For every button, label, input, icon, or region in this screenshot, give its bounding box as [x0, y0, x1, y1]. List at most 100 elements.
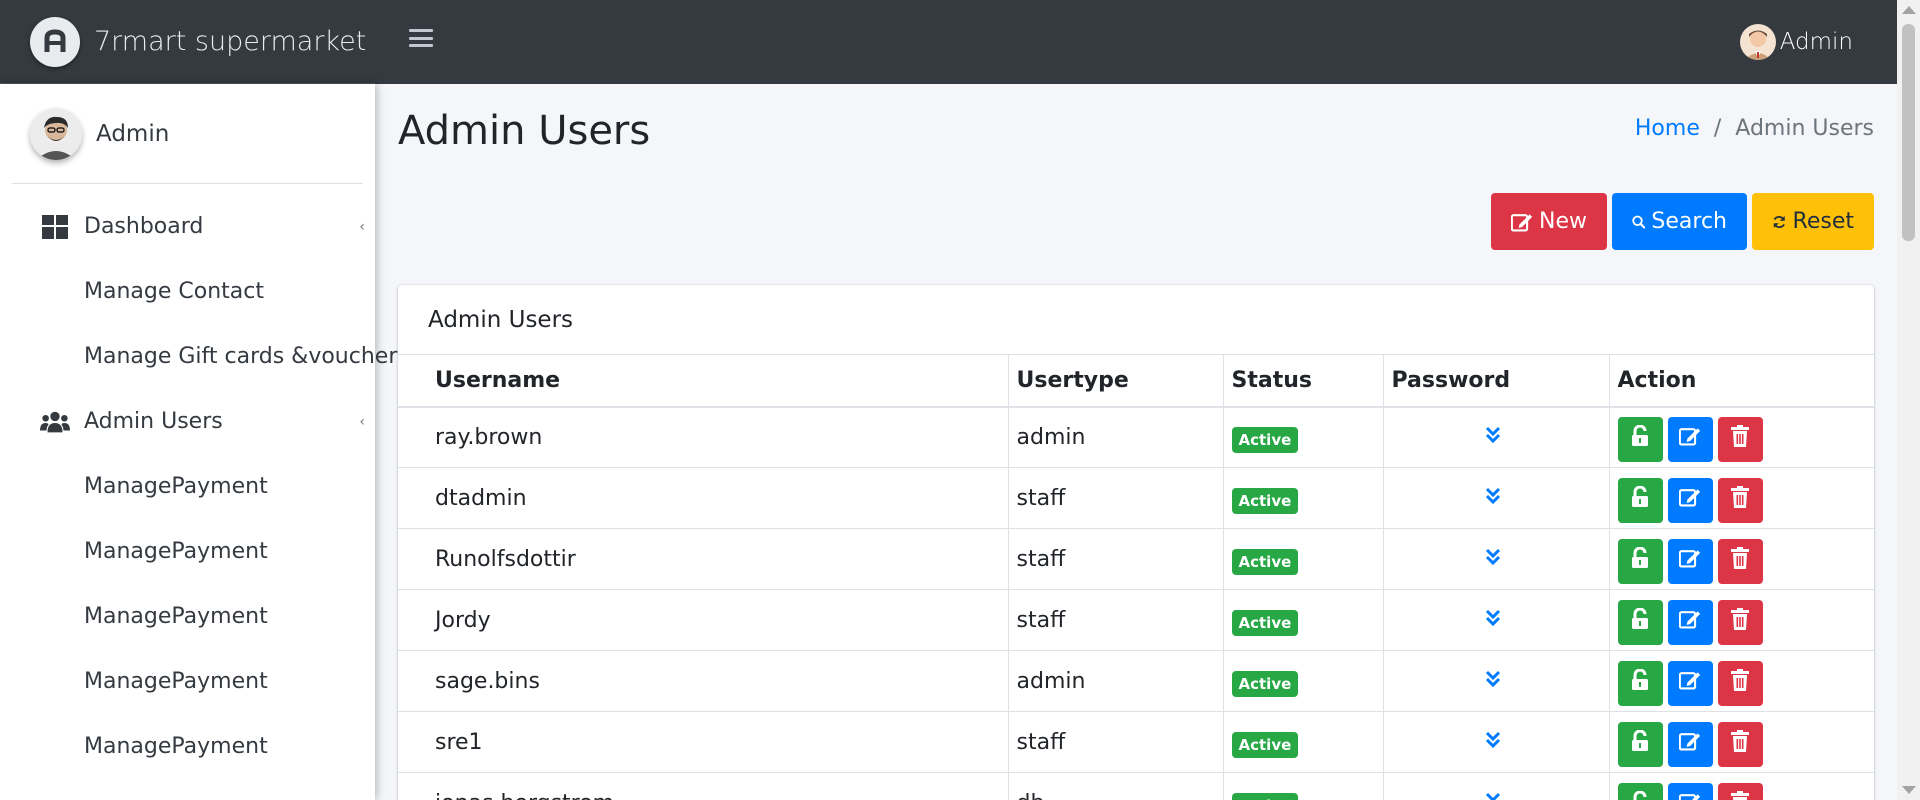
cell-username: sre1: [398, 711, 1008, 773]
cell-usertype: admin: [1007, 406, 1223, 468]
search-button[interactable]: Search: [1612, 193, 1747, 250]
admin-users-table: Username Usertype Status Password Action…: [398, 354, 1874, 800]
double-chevron-down-icon[interactable]: [1485, 547, 1501, 572]
sidebar-user-name: Admin: [96, 120, 170, 147]
edit-icon: [1511, 213, 1533, 232]
double-chevron-down-icon[interactable]: [1485, 730, 1501, 755]
breadcrumb: Home / Admin Users: [1635, 116, 1874, 141]
sidebar-item-manage-payment[interactable]: ManagePayment: [0, 584, 375, 649]
breadcrumb-home-link[interactable]: Home: [1635, 116, 1700, 141]
table-row: ray.brown admin Active: [398, 406, 1874, 468]
top-user-menu[interactable]: Admin: [1739, 24, 1853, 60]
edit-button[interactable]: [1667, 416, 1713, 462]
edit-icon: [1678, 609, 1701, 635]
scroll-down-arrow-icon[interactable]: [1902, 786, 1916, 794]
edit-icon: [1678, 426, 1701, 452]
unlock-icon: [1630, 668, 1650, 697]
cell-status: Active: [1222, 711, 1383, 773]
delete-button[interactable]: [1717, 782, 1763, 800]
sidebar-item-manage-payment[interactable]: ManagePayment: [0, 649, 375, 714]
unlock-button[interactable]: [1617, 782, 1663, 800]
trash-icon: [1731, 730, 1749, 758]
delete-button[interactable]: [1717, 538, 1763, 584]
delete-button[interactable]: [1717, 660, 1763, 706]
cell-action: [1608, 711, 1874, 773]
cell-status: Active: [1222, 406, 1383, 468]
new-button-label: New: [1539, 209, 1587, 234]
menu-toggle-icon[interactable]: [409, 27, 433, 49]
edit-button[interactable]: [1667, 721, 1713, 767]
edit-icon: [1678, 487, 1701, 513]
unlock-button[interactable]: [1617, 538, 1663, 584]
unlock-button[interactable]: [1617, 721, 1663, 767]
cell-password: [1382, 528, 1609, 590]
double-chevron-down-icon[interactable]: [1485, 486, 1501, 511]
delete-button[interactable]: [1717, 721, 1763, 767]
cell-password: [1382, 406, 1609, 468]
double-chevron-down-icon[interactable]: [1485, 791, 1501, 800]
cell-usertype: staff: [1007, 711, 1223, 773]
status-badge: Active: [1231, 609, 1299, 636]
angle-left-icon: ‹: [359, 218, 365, 235]
cell-username: Jordy: [398, 589, 1008, 651]
delete-button[interactable]: [1717, 416, 1763, 462]
edit-icon: [1678, 548, 1701, 574]
breadcrumb-current: Admin Users: [1735, 116, 1874, 141]
status-badge: Active: [1231, 487, 1299, 514]
double-chevron-down-icon[interactable]: [1485, 669, 1501, 694]
edit-button[interactable]: [1667, 782, 1713, 800]
top-user-avatar: [1739, 24, 1776, 60]
card-title: Admin Users: [428, 306, 574, 333]
cell-status: Active: [1222, 467, 1383, 529]
unlock-button[interactable]: [1617, 477, 1663, 523]
unlock-button[interactable]: [1617, 660, 1663, 706]
brand-link[interactable]: 7rmart supermarket: [0, 0, 375, 84]
unlock-button[interactable]: [1617, 416, 1663, 462]
cell-username: dtadmin: [398, 467, 1008, 529]
cell-action: [1608, 467, 1874, 529]
status-badge: Active: [1231, 670, 1299, 697]
edit-icon: [1678, 731, 1701, 757]
sidebar-item-manage-payment[interactable]: ManagePayment: [0, 519, 375, 584]
new-button[interactable]: New: [1491, 193, 1607, 250]
scrollbar-thumb[interactable]: [1902, 24, 1915, 241]
sidebar-item-gift-cards[interactable]: Manage Gift cards &voucher: [0, 324, 397, 389]
edit-button[interactable]: [1667, 538, 1713, 584]
unlock-icon: [1630, 424, 1650, 453]
cell-username: ray.brown: [398, 406, 1008, 468]
sidebar-item-dashboard[interactable]: Dashboard ‹: [0, 194, 375, 259]
double-chevron-down-icon[interactable]: [1485, 425, 1501, 450]
trash-icon: [1731, 486, 1749, 514]
scroll-up-arrow-icon[interactable]: [1902, 6, 1916, 14]
cell-username: sage.bins: [398, 650, 1008, 712]
cell-action: [1608, 528, 1874, 590]
edit-button[interactable]: [1667, 660, 1713, 706]
sidebar-item-admin-users[interactable]: Admin Users ‹: [0, 389, 375, 454]
delete-button[interactable]: [1717, 599, 1763, 645]
unlock-icon: [1630, 729, 1650, 758]
reset-button[interactable]: Reset: [1752, 193, 1874, 250]
edit-icon: [1678, 792, 1701, 800]
sidebar-item-manage-payment[interactable]: ManagePayment: [0, 454, 375, 519]
status-badge: Active: [1231, 426, 1299, 453]
page-scrollbar[interactable]: [1897, 0, 1920, 800]
cell-status: Active: [1222, 528, 1383, 590]
status-badge: Active: [1231, 792, 1299, 800]
page-title: Admin Users: [398, 108, 651, 154]
table-row: jonas.bergstromdb Active: [398, 772, 1874, 800]
sidebar-item-manage-contact[interactable]: Manage Contact: [0, 259, 375, 324]
logo-icon: [30, 16, 80, 67]
delete-button[interactable]: [1717, 477, 1763, 523]
sidebar-item-label: ManagePayment: [84, 474, 268, 499]
edit-button[interactable]: [1667, 477, 1713, 523]
double-chevron-down-icon[interactable]: [1485, 608, 1501, 633]
sidebar-item-label: ManagePayment: [84, 669, 268, 694]
edit-button[interactable]: [1667, 599, 1713, 645]
sidebar-item-label: Manage Contact: [84, 279, 264, 304]
unlock-button[interactable]: [1617, 599, 1663, 645]
sidebar-user-panel[interactable]: Admin: [12, 84, 363, 184]
header-action: Action: [1608, 354, 1874, 408]
trash-icon: [1731, 547, 1749, 575]
header-username: Username: [398, 354, 1008, 408]
sidebar-item-manage-payment[interactable]: ManagePayment: [0, 714, 375, 779]
